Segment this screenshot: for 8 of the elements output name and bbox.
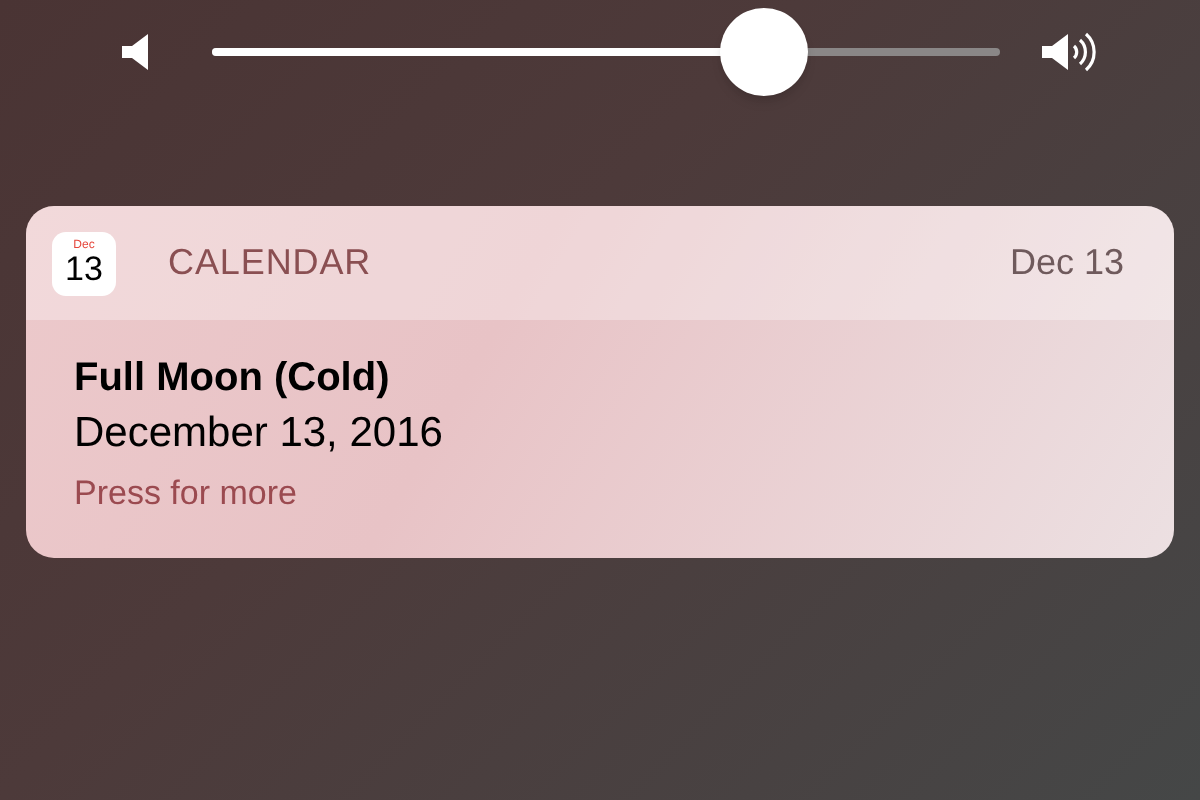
event-title: Full Moon (Cold) xyxy=(74,354,392,404)
app-name: CALENDAR xyxy=(168,240,372,286)
speaker-low-icon xyxy=(120,34,152,70)
press-for-more-hint: Press for more xyxy=(74,472,299,516)
volume-slider[interactable] xyxy=(212,8,1000,96)
event-date: December 13, 2016 xyxy=(74,408,445,460)
notification-time: Dec 13 xyxy=(1009,240,1124,286)
speaker-loud-icon xyxy=(1040,28,1100,76)
